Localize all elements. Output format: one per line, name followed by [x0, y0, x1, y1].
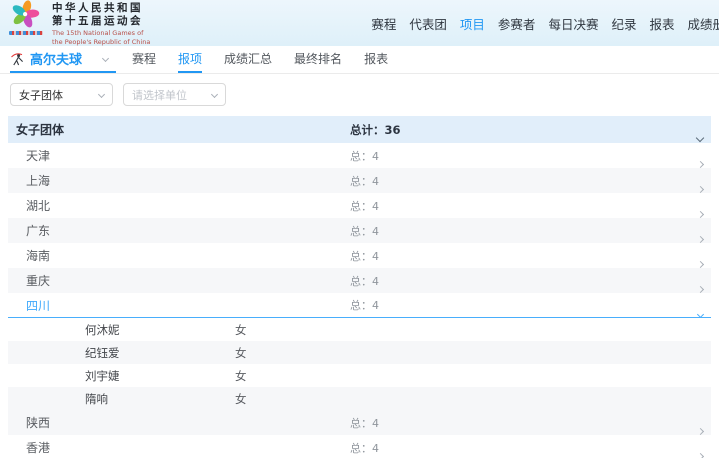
- group-title: 女子团体: [16, 121, 64, 138]
- row-total: 总：4: [350, 440, 379, 456]
- nav-item[interactable]: 报表: [649, 14, 674, 33]
- filter-bar: 女子团体 请选择单位: [0, 74, 719, 116]
- player-gender: 女: [235, 391, 247, 407]
- row-name: 海南: [26, 247, 50, 264]
- player-gender: 女: [235, 345, 247, 361]
- brand-title-line1: 中华人民共和国: [52, 2, 150, 16]
- table-row[interactable]: 湖北 总：4: [8, 193, 711, 218]
- nav-item[interactable]: 每日决赛: [548, 14, 598, 33]
- games-emblem-icon: [8, 0, 44, 35]
- unit-select-placeholder: 请选择单位: [132, 87, 212, 103]
- row-total: 总：4: [350, 415, 379, 431]
- games-emblem-caption: [9, 31, 43, 35]
- registration-table: 女子团体 总计：36 天津总：4上海总：4湖北总：4广东总：4海南总：4重庆总：…: [8, 116, 711, 458]
- sport-name: 高尔夫球: [30, 49, 97, 68]
- tab-active[interactable]: 报项: [178, 46, 202, 73]
- top-header: 中华人民共和国 第十五届运动会 The 15th National Games …: [0, 0, 719, 46]
- table-row[interactable]: 香港 总：4: [8, 435, 711, 458]
- row-total: 总：4: [350, 173, 379, 189]
- player-name: 刘宇婕: [85, 368, 120, 384]
- tab-item[interactable]: 赛程: [132, 46, 156, 73]
- table-row[interactable]: 四川 总：4: [8, 293, 711, 318]
- row-total: 总：4: [350, 248, 379, 264]
- table-group-header[interactable]: 女子团体 总计：36: [8, 116, 711, 143]
- tab-item[interactable]: 报表: [364, 46, 388, 73]
- table-row[interactable]: 上海 总：4: [8, 168, 711, 193]
- player-row: 刘宇婕 女: [8, 364, 711, 387]
- table-row[interactable]: 陕西 总：4: [8, 410, 711, 435]
- unit-select[interactable]: 请选择单位: [123, 83, 226, 106]
- table-row[interactable]: 重庆 总：4: [8, 268, 711, 293]
- sport-select[interactable]: 高尔夫球: [10, 46, 116, 73]
- row-name: 湖北: [26, 197, 50, 214]
- nav-item[interactable]: 代表团: [409, 14, 447, 33]
- player-name: 隋响: [85, 391, 108, 407]
- row-total: 总：4: [350, 297, 379, 313]
- row-total: 总：4: [350, 273, 379, 289]
- games-logo[interactable]: 中华人民共和国 第十五届运动会 The 15th National Games …: [8, 0, 150, 46]
- chevron-down-icon: [211, 91, 218, 98]
- golf-icon: [10, 52, 24, 66]
- group-total: 总计：36: [350, 122, 401, 138]
- event-select-value: 女子团体: [19, 87, 99, 103]
- row-total: 总：4: [350, 198, 379, 214]
- brand-text: 中华人民共和国 第十五届运动会 The 15th National Games …: [52, 0, 150, 46]
- nav-item[interactable]: 参赛者: [498, 14, 536, 33]
- brand-title-line2: 第十五届运动会: [52, 15, 150, 29]
- row-name: 陕西: [26, 414, 50, 431]
- row-name: 广东: [26, 222, 50, 239]
- tab-item[interactable]: 成绩汇总: [224, 46, 272, 73]
- table-row[interactable]: 天津 总：4: [8, 143, 711, 168]
- row-name: 上海: [26, 172, 50, 189]
- nav-item[interactable]: 纪录: [611, 14, 636, 33]
- row-name: 天津: [26, 147, 50, 164]
- sport-tabs: 赛程报项成绩汇总最终排名报表: [132, 46, 388, 73]
- event-select[interactable]: 女子团体: [10, 83, 113, 106]
- row-total: 总：4: [350, 148, 379, 164]
- sport-bar: 高尔夫球 赛程报项成绩汇总最终排名报表: [0, 46, 719, 74]
- player-name: 纪钰爱: [85, 345, 120, 361]
- player-name: 何沐妮: [85, 322, 120, 338]
- page: 中华人民共和国 第十五届运动会 The 15th National Games …: [0, 0, 719, 458]
- chevron-right-icon[interactable]: [698, 444, 703, 458]
- nav-item[interactable]: 项目: [460, 14, 485, 33]
- brand-subtitle-line1: The 15th National Games of: [52, 29, 150, 38]
- row-name: 重庆: [26, 272, 50, 289]
- player-row: 何沐妮 女: [8, 318, 711, 341]
- nav-item[interactable]: 成绩册: [687, 14, 719, 33]
- row-name: 香港: [26, 439, 50, 456]
- top-nav: 赛程代表团项目参赛者每日决赛纪录报表成绩册: [371, 14, 719, 33]
- player-row: 纪钰爱 女: [8, 341, 711, 364]
- row-total: 总：4: [350, 223, 379, 239]
- chevron-down-icon: [98, 91, 105, 98]
- chevron-down-icon: [102, 55, 109, 62]
- table-row[interactable]: 广东 总：4: [8, 218, 711, 243]
- player-gender: 女: [235, 322, 247, 338]
- brand-subtitle-line2: the People's Republic of China: [52, 38, 150, 46]
- row-name: 四川: [26, 297, 50, 314]
- table-body: 天津总：4上海总：4湖北总：4广东总：4海南总：4重庆总：4四川总：4何沐妮女纪…: [8, 143, 711, 458]
- player-row: 隋响 女: [8, 387, 711, 410]
- table-row[interactable]: 海南 总：4: [8, 243, 711, 268]
- nav-item[interactable]: 赛程: [371, 14, 396, 33]
- player-gender: 女: [235, 368, 247, 384]
- tab-item[interactable]: 最终排名: [294, 46, 342, 73]
